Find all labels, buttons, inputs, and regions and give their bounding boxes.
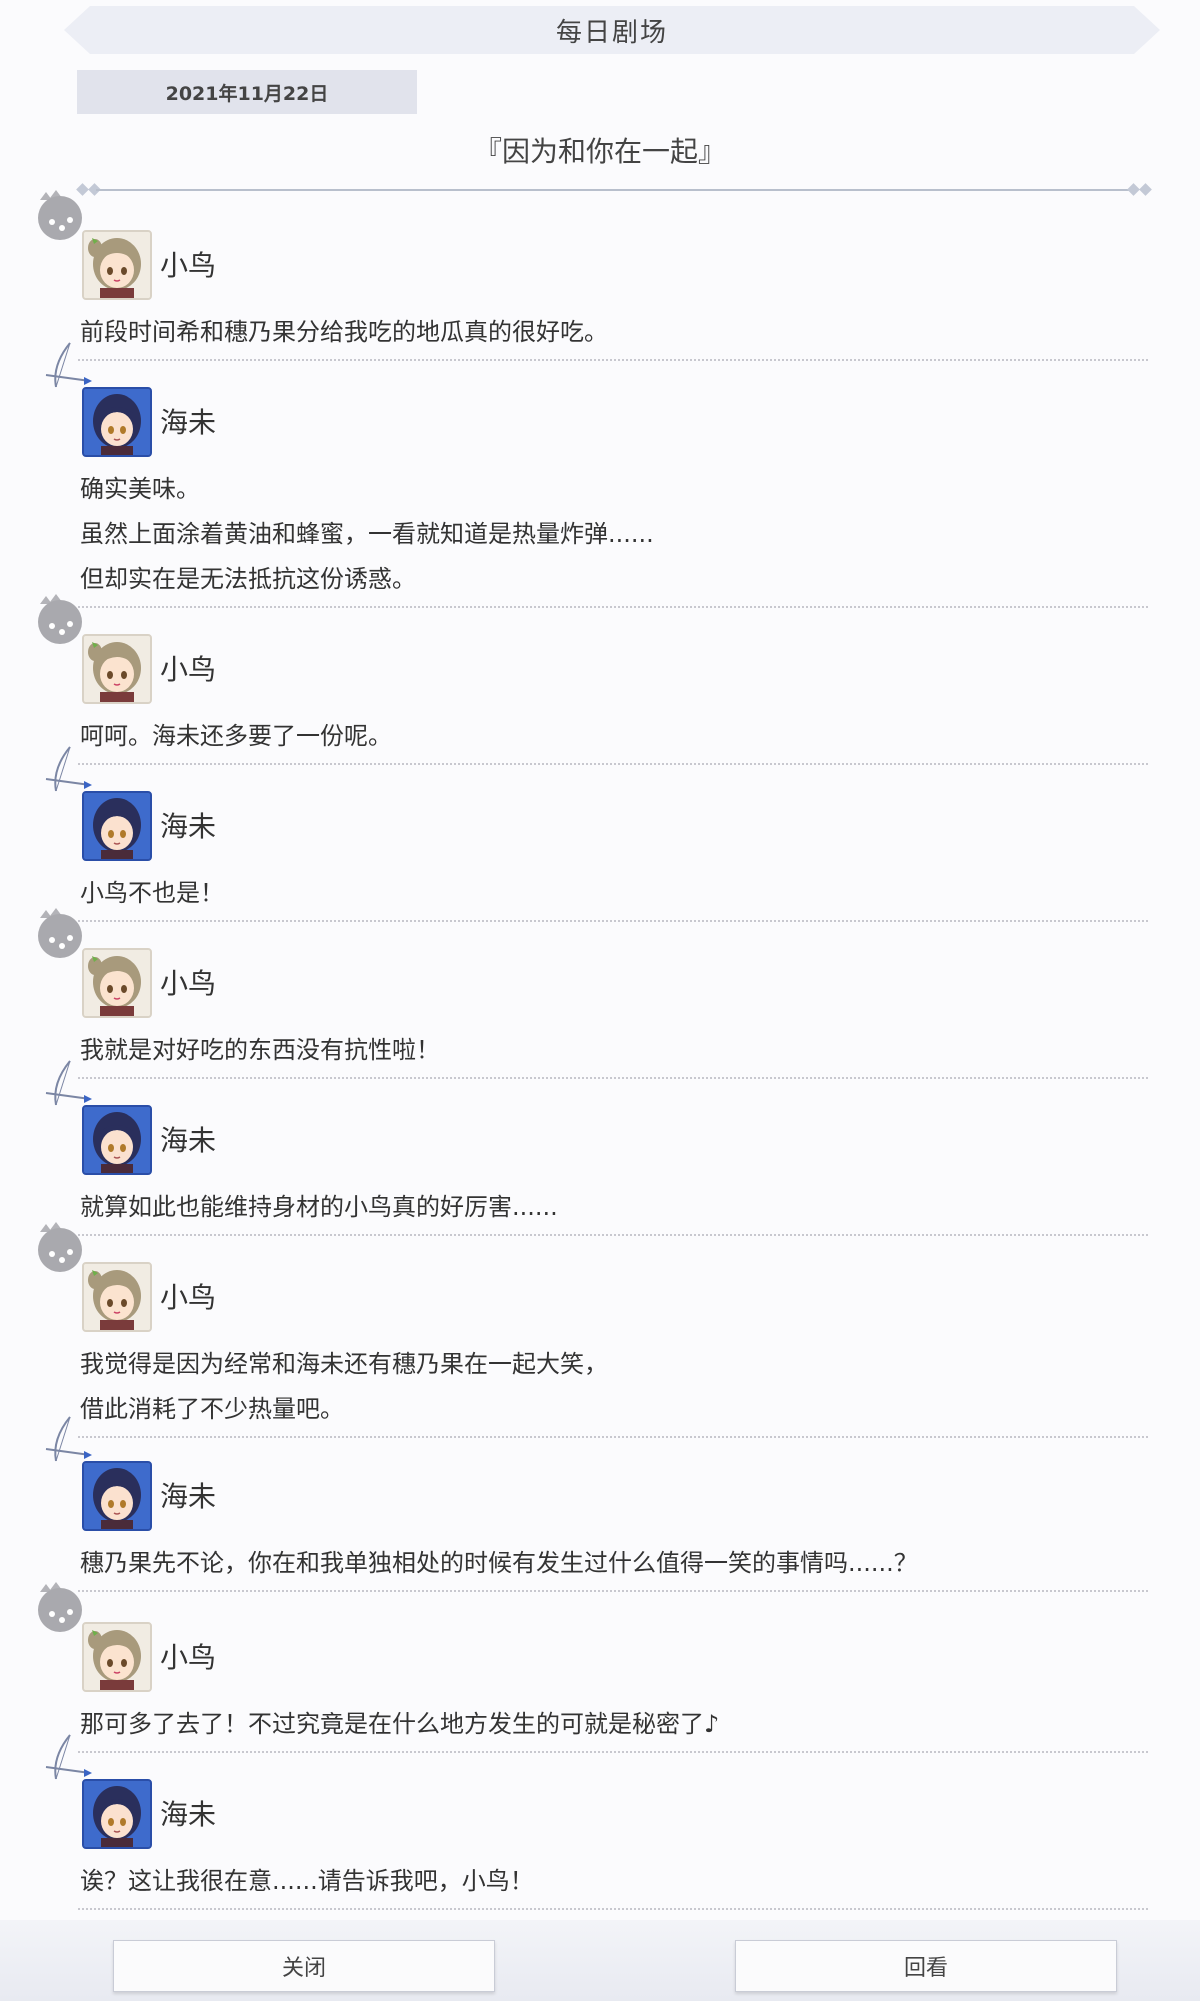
dotted-divider — [78, 1436, 1148, 1438]
umi-avatar — [82, 387, 152, 457]
dialogue-line: 穗乃果先不论，你在和我单独相处的时候有发生过什么值得一笑的事情吗......？ — [80, 1549, 918, 1577]
date-badge: 2021年11月22日 — [77, 70, 417, 114]
dotted-divider — [78, 763, 1148, 765]
dialogue-line: 前段时间希和穗乃果分给我吃的地瓜真的很好吃。 — [80, 318, 608, 346]
kotori-avatar — [82, 1622, 152, 1692]
kotori-avatar — [82, 634, 152, 704]
umi-avatar — [82, 791, 152, 861]
dotted-divider — [78, 1077, 1148, 1079]
speaker-name: 海未 — [160, 1798, 217, 1831]
dotted-divider — [78, 1908, 1148, 1910]
dotted-divider — [78, 606, 1148, 608]
title-divider — [76, 183, 1152, 196]
speaker-name: 小鸟 — [160, 967, 217, 1000]
dialogue-line: 借此消耗了不少热量吧。 — [80, 1395, 344, 1423]
kotori-emblem-icon — [32, 1578, 88, 1638]
speaker-name: 小鸟 — [160, 1281, 217, 1314]
speaker-name: 海未 — [160, 810, 217, 843]
dialogue-line: 那可多了去了！不过究竟是在什么地方发生的可就是秘密了♪ — [80, 1710, 720, 1738]
umi-avatar — [82, 1105, 152, 1175]
speaker-name: 小鸟 — [160, 1641, 217, 1674]
kotori-avatar — [82, 1262, 152, 1332]
dialogue-line: 就算如此也能维持身材的小鸟真的好厉害...... — [80, 1193, 558, 1221]
story-title: 『因为和你在一起』 — [473, 135, 726, 168]
speaker-name: 海未 — [160, 406, 217, 439]
dotted-divider — [78, 1234, 1148, 1236]
dialogue-line: 我就是对好吃的东西没有抗性啦！ — [80, 1036, 440, 1064]
kotori-emblem-icon — [32, 186, 88, 246]
header-bar: 每日剧场 — [64, 6, 1160, 54]
close-button[interactable]: 关闭 — [113, 1940, 495, 1992]
dotted-divider — [78, 359, 1148, 361]
kotori-emblem-icon — [32, 590, 88, 650]
dotted-divider — [78, 920, 1148, 922]
kotori-emblem-icon — [32, 904, 88, 964]
dialogue-line: 确实美味。 — [80, 475, 200, 503]
dialogue-line: 我觉得是因为经常和海未还有穗乃果在一起大笑， — [80, 1350, 608, 1378]
dotted-divider — [78, 1751, 1148, 1753]
replay-button[interactable]: 回看 — [735, 1940, 1117, 1992]
speaker-name: 小鸟 — [160, 653, 217, 686]
speaker-name: 海未 — [160, 1124, 217, 1157]
kotori-avatar — [82, 230, 152, 300]
speaker-name: 海未 — [160, 1480, 217, 1513]
dialogue-line: 诶？这让我很在意......请告诉我吧，小鸟！ — [80, 1867, 534, 1895]
page-title: 每日剧场 — [555, 17, 668, 48]
kotori-emblem-icon — [32, 1218, 88, 1278]
dialogue-line: 但却实在是无法抵抗这份诱惑。 — [80, 565, 416, 593]
umi-avatar — [82, 1779, 152, 1849]
kotori-avatar — [82, 948, 152, 1018]
umi-avatar — [82, 1461, 152, 1531]
dialogue-line: 呵呵。海未还多要了一份呢。 — [80, 722, 392, 750]
speaker-name: 小鸟 — [160, 249, 217, 282]
dialogue-line: 小鸟不也是！ — [80, 879, 224, 907]
dotted-divider — [78, 1590, 1148, 1592]
dialogue-line: 虽然上面涂着黄油和蜂蜜，一看就知道是热量炸弹...... — [80, 520, 654, 548]
